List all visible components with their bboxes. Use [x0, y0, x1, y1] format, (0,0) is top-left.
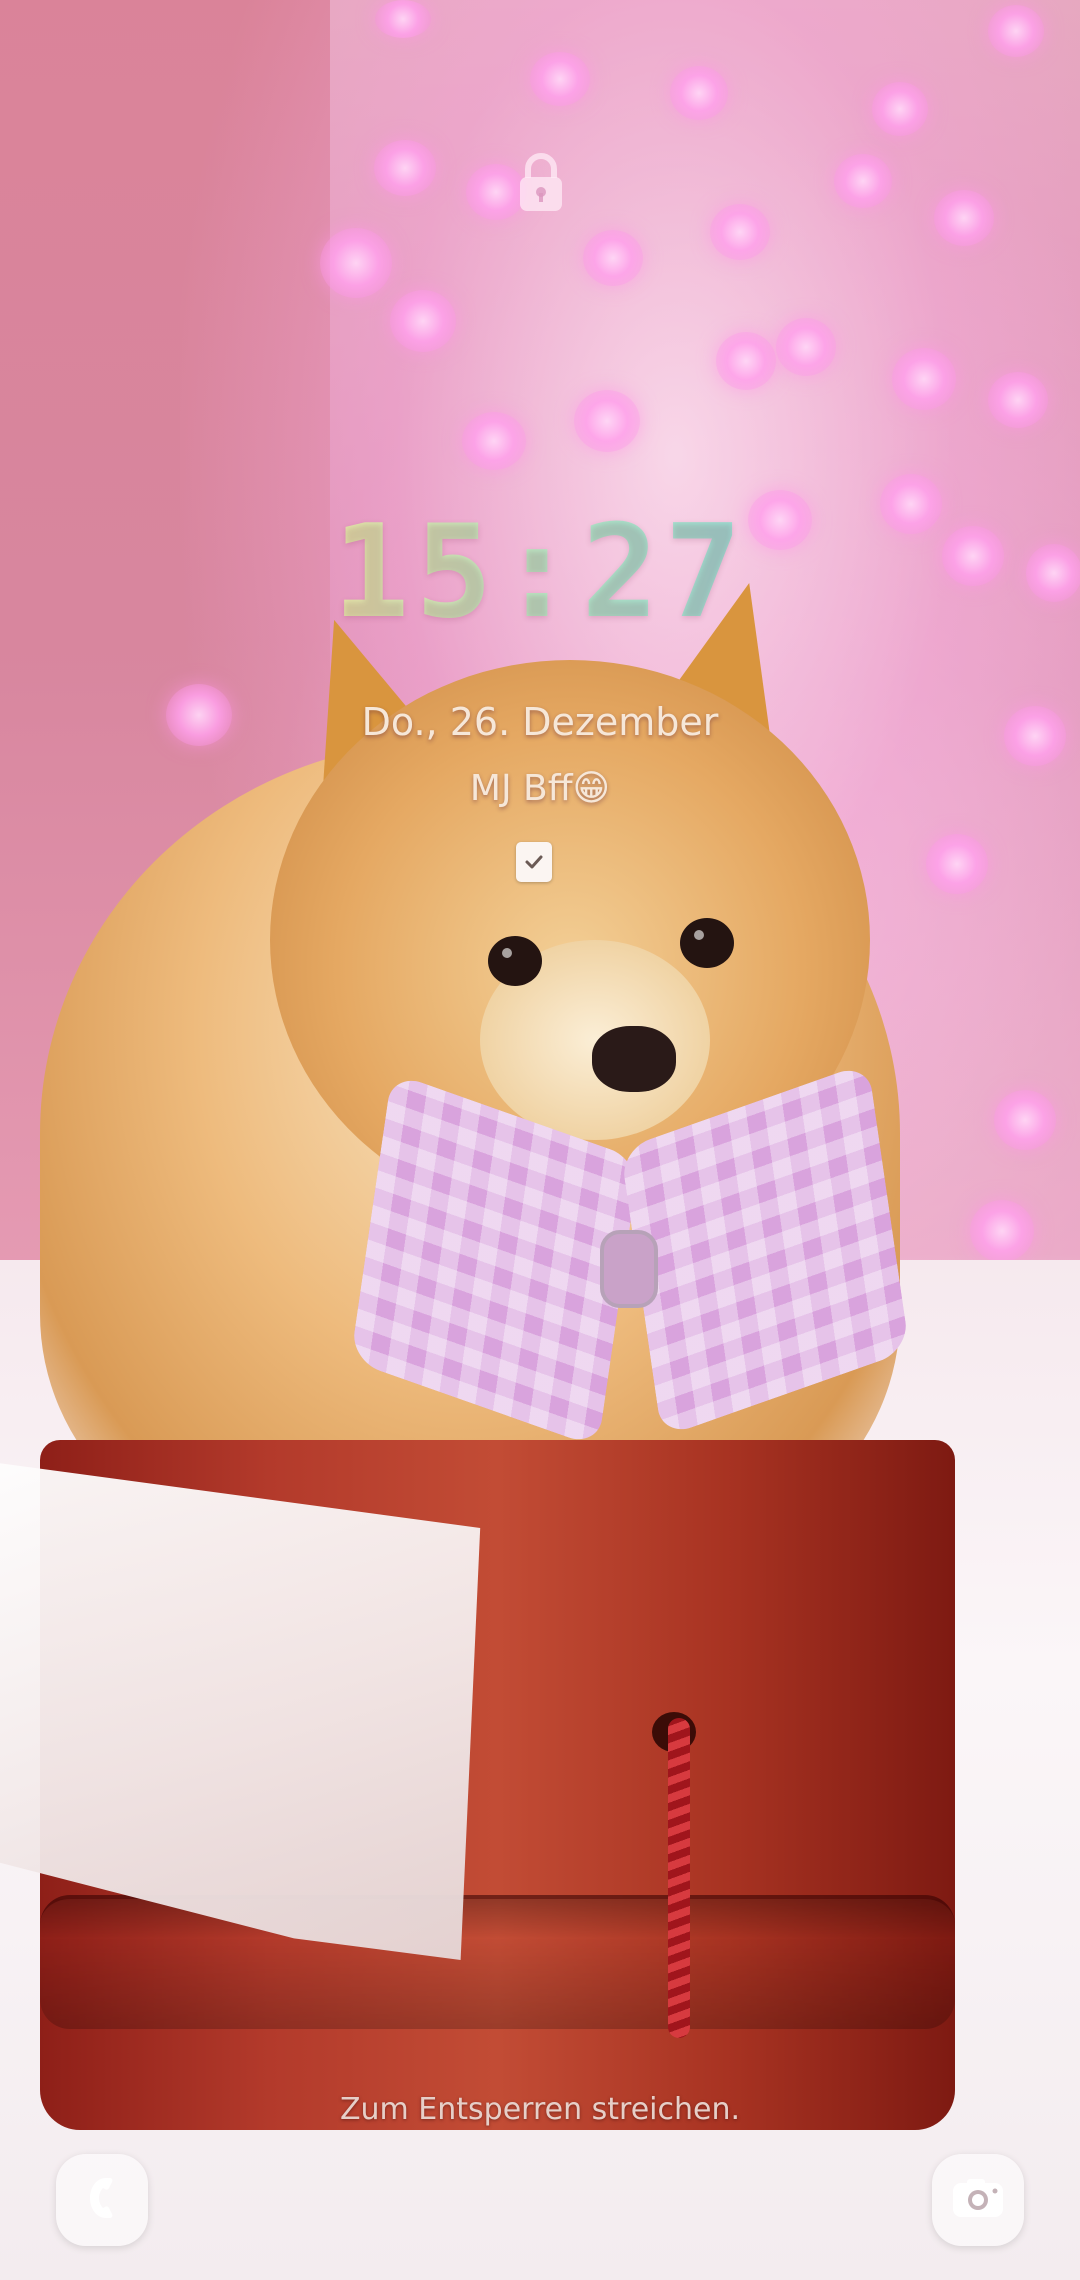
date-text: Do., 26. Dezember [361, 700, 719, 744]
lock-icon [517, 150, 565, 214]
checkbox-notification-icon[interactable] [516, 842, 552, 882]
camera-shortcut-button[interactable] [932, 2154, 1024, 2246]
owner-info-text: MJ Bff😁 [469, 768, 611, 809]
lock-screen[interactable]: 15:27 Do., 26. Dezember MJ Bff😁 Zum Ents… [0, 0, 1080, 2280]
unlock-hint: Zum Entsperren streichen. [339, 2092, 741, 2127]
wallpaper-pomeranian-gift-box [0, 0, 1080, 2280]
phone-shortcut-button[interactable] [56, 2154, 148, 2246]
phone-icon [82, 2174, 122, 2226]
camera-icon [951, 2177, 1005, 2223]
clock-time: 15:27 [0, 498, 1080, 647]
